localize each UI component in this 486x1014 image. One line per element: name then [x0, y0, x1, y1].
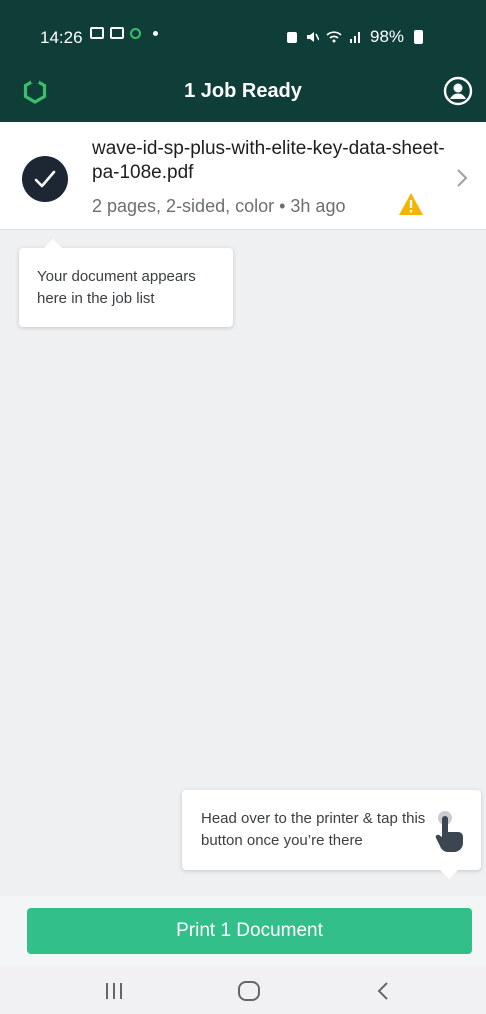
- signal-icon: [350, 32, 360, 43]
- more-notifications-icon: [153, 30, 158, 36]
- system-nav-bar: [0, 966, 486, 1014]
- wifi-icon: [326, 31, 342, 43]
- account-circle-icon[interactable]: [443, 76, 473, 106]
- job-file-name: wave-id-sp-plus-with-elite-key-data-shee…: [92, 138, 445, 183]
- back-icon[interactable]: [376, 980, 390, 1002]
- print-document-button[interactable]: Print 1 Document: [27, 908, 472, 954]
- check-icon: [34, 170, 56, 188]
- status-time: 14:26: [40, 28, 83, 47]
- printer-tooltip-text: Head over to the printer & tap this butt…: [201, 810, 426, 849]
- print-bar: Print 1 Document: [0, 896, 486, 966]
- battery-level: 98%: [370, 27, 405, 46]
- mute-icon: [307, 32, 319, 42]
- tap-hand-icon: [435, 811, 463, 852]
- home-icon[interactable]: [238, 981, 260, 1001]
- app-bar: 1 Job Ready: [0, 60, 486, 122]
- video-notification-icon: [110, 27, 124, 39]
- notification-icons: [90, 27, 158, 39]
- status-bar: 14:26 98%: [0, 0, 486, 60]
- sync-notification-icon: [130, 27, 141, 39]
- job-status-badge: [22, 156, 68, 202]
- page-title: 1 Job Ready: [184, 80, 302, 102]
- warning-icon: [399, 193, 423, 215]
- image-notification-icon: [90, 27, 104, 39]
- battery-icon: [414, 30, 424, 44]
- job-list-tooltip: Your document appears here in the job li…: [19, 239, 233, 327]
- chevron-right-icon[interactable]: [455, 168, 469, 188]
- printer-tooltip: Head over to the printer & tap this butt…: [182, 790, 481, 879]
- system-icons: 98%: [286, 27, 424, 47]
- recent-apps-icon[interactable]: [104, 982, 124, 1000]
- job-details: 2 pages, 2-sided, color • 3h ago: [92, 196, 346, 216]
- job-list-tooltip-text: Your document appears here in the job li…: [37, 268, 196, 307]
- alarm-icon: [287, 32, 297, 43]
